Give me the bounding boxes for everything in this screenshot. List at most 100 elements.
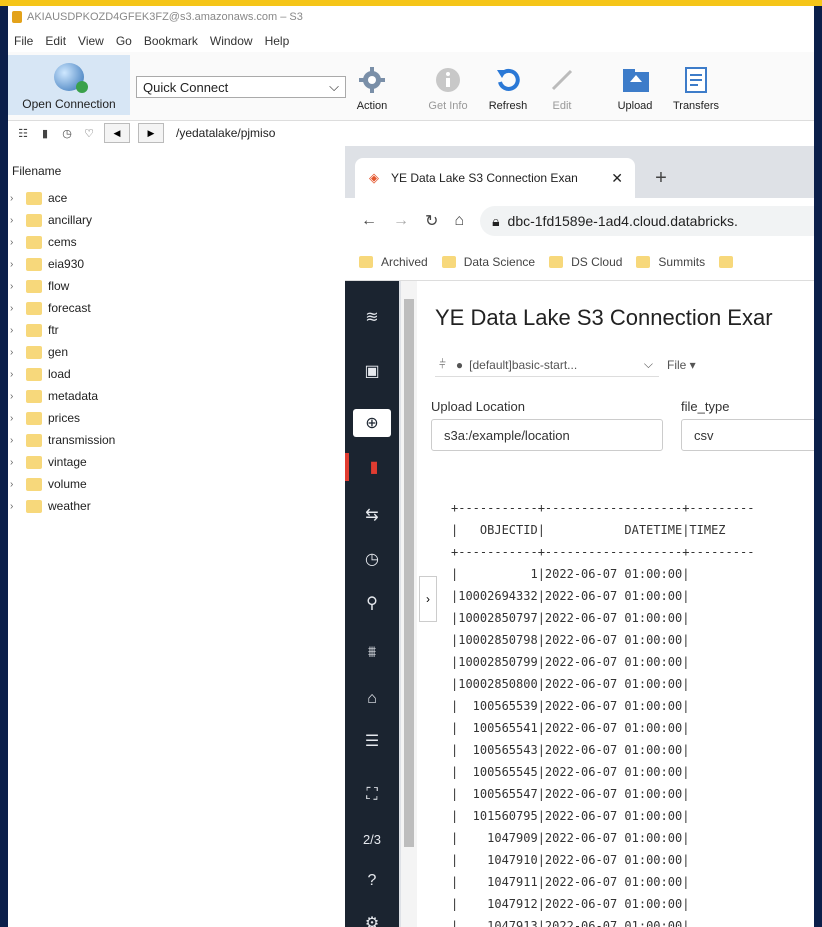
folder-name: load [48,367,71,381]
chevron-right-icon[interactable]: › [10,281,20,292]
transfers-button[interactable]: Transfers [668,56,724,116]
menu-window[interactable]: Window [210,34,253,48]
history-icon[interactable]: ◷ [60,126,74,140]
forward-button[interactable]: ▶ [138,123,164,143]
chevron-right-icon[interactable]: › [10,413,20,424]
quick-connect-select[interactable]: Quick Connect ⌵ [136,76,346,98]
menu-go[interactable]: Go [116,34,132,48]
close-tab-icon[interactable]: ✕ [611,170,623,187]
bookmark-archived[interactable]: Archived [359,255,428,269]
new-tab-button[interactable]: + [647,164,675,192]
upload-button[interactable]: Upload [610,56,660,116]
scrollbar-thumb[interactable] [404,299,414,847]
chevron-right-icon[interactable]: › [10,457,20,468]
chevron-right-icon[interactable]: › [10,501,20,512]
get-info-button[interactable]: Get Info [422,56,474,116]
menu-help[interactable]: Help [265,34,290,48]
folder-row[interactable]: › ftr [10,320,59,340]
folder-icon [26,367,42,381]
folder-name: forecast [48,301,91,315]
folder-row[interactable]: › load [10,364,71,384]
folder-row[interactable]: › metadata [10,386,98,406]
folder-row[interactable]: › gen [10,342,68,362]
file-type-input[interactable]: csv [681,419,814,451]
menu-file[interactable]: File [14,34,33,48]
path-field[interactable]: /yedatalake/pjmiso [176,126,275,140]
repos-icon[interactable]: ⇆ [345,501,399,529]
bookmark-ds-cloud[interactable]: DS Cloud [549,255,622,269]
home-icon[interactable]: ⌂ [454,212,464,230]
folder-row[interactable]: › forecast [10,298,91,318]
menu-bookmark[interactable]: Bookmark [144,34,198,48]
databricks-sidebar: ≋ ▣ ⊕ ▮ ⇆ ◷ ⚲ ⩩ ⌂ ☰ ⛶ 2/3 ? ⚙ [345,281,399,927]
bookmark-more[interactable] [719,256,741,268]
output-row: | 101560795|2022-06-07 01:00:00| [451,809,690,823]
folder-row[interactable]: › prices [10,408,80,428]
folder-row[interactable]: › transmission [10,430,115,450]
cluster-select[interactable]: ⫩ ● [default]basic-start... ⌵ [435,354,659,377]
chevron-right-icon[interactable]: › [10,347,20,358]
chevron-right-icon[interactable]: › [10,193,20,204]
folder-name: cems [48,235,77,249]
back-button[interactable]: ◀ [104,123,130,143]
menu-view[interactable]: View [78,34,104,48]
folder-icon [719,256,734,268]
bookmark-data-science[interactable]: Data Science [441,255,535,269]
refresh-button[interactable]: Refresh [482,56,534,116]
compute-icon[interactable]: ⌂ [345,685,399,713]
reload-icon[interactable]: ↻ [425,211,438,231]
data-science-icon[interactable]: ▣ [345,357,399,385]
folder-icon [26,323,42,337]
bookmark-summits[interactable]: Summits [636,255,705,269]
folder-row[interactable]: › ancillary [10,210,92,230]
notebook-title[interactable]: YE Data Lake S3 Connection Exar [435,305,773,331]
create-icon[interactable]: ⊕ [353,409,391,437]
edit-button[interactable]: Edit [544,56,580,116]
folder-row[interactable]: › flow [10,276,69,296]
settings-icon[interactable]: ⚙ [345,909,399,927]
chevron-right-icon[interactable]: › [10,369,20,380]
chevron-right-icon[interactable]: › [10,325,20,336]
workspace-icon[interactable]: ▮ [345,453,399,481]
folder-row[interactable]: › weather [10,496,91,516]
folder-row[interactable]: › ace [10,188,67,208]
folder-row[interactable]: › eia930 [10,254,84,274]
forward-arrow-icon[interactable]: → [393,212,409,230]
folder-row[interactable]: › volume [10,474,87,494]
chrome-browser-window: ◈ YE Data Lake S3 Connection Exan ✕ + ← … [345,146,814,927]
open-connection-button[interactable]: Open Connection [8,55,130,115]
upload-location-input[interactable]: s3a:/example/location [431,419,663,451]
chevron-right-icon[interactable]: › [10,391,20,402]
recents-icon[interactable]: ◷ [345,545,399,573]
chevron-right-icon[interactable]: › [10,237,20,248]
bookmark-icon[interactable]: ▮ [38,126,52,140]
sidebar-scrollbar[interactable] [401,281,417,927]
chevron-right-icon[interactable]: › [10,479,20,490]
chevron-right-icon[interactable]: › [10,259,20,270]
jobs-icon[interactable]: ☰ [345,727,399,755]
filename-column-header[interactable]: Filename [12,164,61,178]
help-icon[interactable]: ? [345,867,399,895]
folder-row[interactable]: › vintage [10,452,87,472]
folder-name: gen [48,345,69,359]
models-icon[interactable]: ⛶ [345,781,399,809]
layers-icon[interactable]: ≋ [345,303,399,331]
url-field[interactable]: 🔒︎ dbc-1fd1589e-1ad4.cloud.databricks. [480,206,814,236]
chevron-right-icon[interactable]: › [10,215,20,226]
chevron-right-icon[interactable]: › [419,576,437,622]
action-button[interactable]: Action [350,56,394,116]
menu-edit[interactable]: Edit [45,34,66,48]
back-arrow-icon[interactable]: ← [361,212,377,230]
output-separator: +-----------+-------------------+-------… [451,501,755,515]
output-row: |10002850799|2022-06-07 01:00:00| [451,655,690,669]
browser-tab[interactable]: ◈ YE Data Lake S3 Connection Exan ✕ [355,158,635,198]
folder-row[interactable]: › cems [10,232,77,252]
chevron-right-icon[interactable]: › [10,303,20,314]
browser-view-icon[interactable]: ☷ [16,126,30,140]
bonjour-icon[interactable]: ♡ [82,126,96,140]
transfers-icon [682,66,710,94]
search-icon[interactable]: ⚲ [345,589,399,617]
file-menu[interactable]: File ▾ [667,358,696,372]
chevron-right-icon[interactable]: › [10,435,20,446]
data-icon[interactable]: ⩩ [345,639,399,667]
